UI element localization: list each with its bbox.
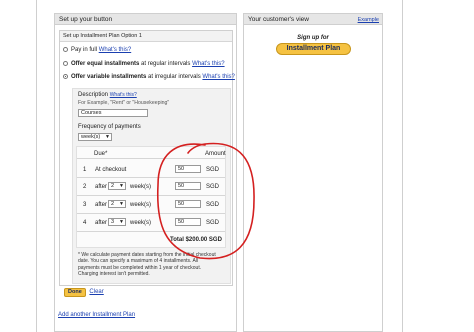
annotation-stroke xyxy=(156,142,255,260)
red-annotation-circle xyxy=(156,142,255,260)
